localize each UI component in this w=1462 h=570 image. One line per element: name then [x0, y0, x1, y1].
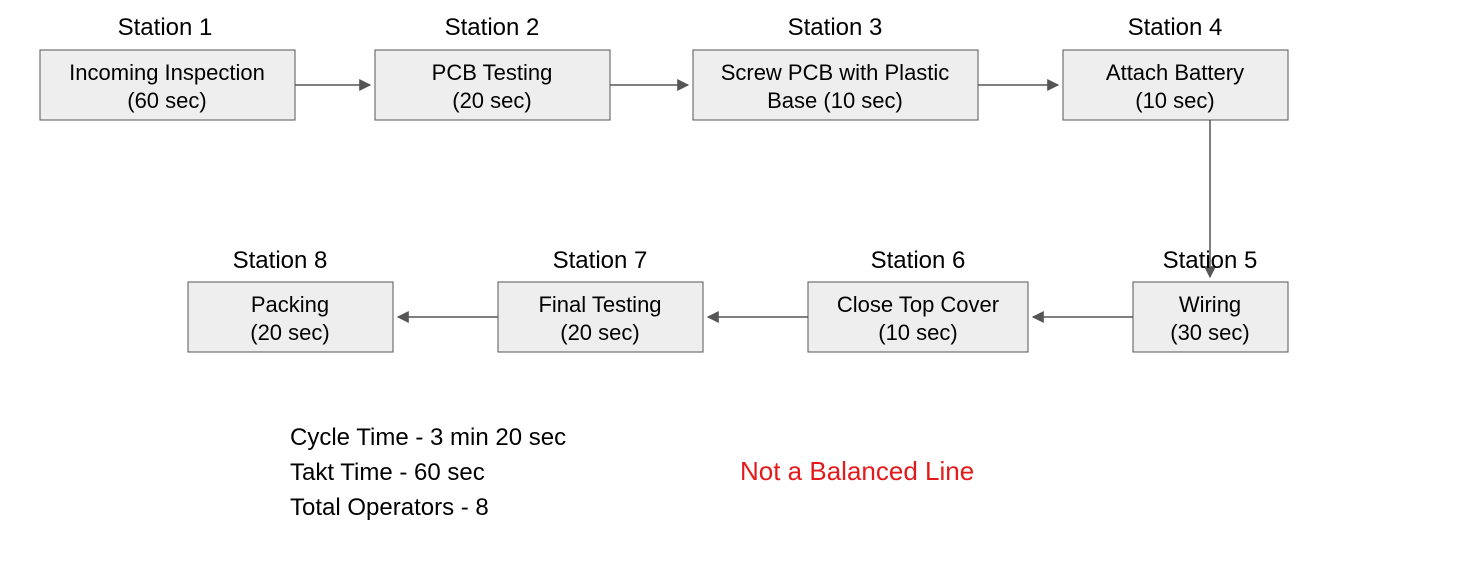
- station-7-name: Final Testing: [538, 292, 661, 317]
- station-8-time: (20 sec): [250, 320, 329, 345]
- station-6-name: Close Top Cover: [837, 292, 999, 317]
- station-3-name: Screw PCB with Plastic: [721, 60, 950, 85]
- cycle-time-text: Cycle Time - 3 min 20 sec: [290, 424, 566, 451]
- station-2-name: PCB Testing: [432, 60, 553, 85]
- station-8-label: Station 8: [233, 247, 328, 274]
- station-5-name: Wiring: [1179, 292, 1241, 317]
- station-6-label: Station 6: [871, 247, 966, 274]
- station-3-time: Base (10 sec): [767, 88, 903, 113]
- station-4-time: (10 sec): [1135, 88, 1214, 113]
- station-1-time: (60 sec): [127, 88, 206, 113]
- station-1-name: Incoming Inspection: [69, 60, 265, 85]
- station-5-label: Station 5: [1163, 247, 1258, 274]
- station-2-time: (20 sec): [452, 88, 531, 113]
- station-4-name: Attach Battery: [1106, 60, 1244, 85]
- station-4-label: Station 4: [1128, 14, 1223, 41]
- balance-warning: Not a Balanced Line: [740, 456, 974, 486]
- station-7-label: Station 7: [553, 247, 648, 274]
- station-8-name: Packing: [251, 292, 329, 317]
- station-6-time: (10 sec): [878, 320, 957, 345]
- station-3-label: Station 3: [788, 14, 883, 41]
- station-5-time: (30 sec): [1170, 320, 1249, 345]
- takt-time-text: Takt Time - 60 sec: [290, 459, 485, 486]
- operators-text: Total Operators - 8: [290, 494, 489, 521]
- station-7-time: (20 sec): [560, 320, 639, 345]
- process-flow-diagram: Station 1 Incoming Inspection (60 sec) S…: [0, 0, 1462, 570]
- station-2-label: Station 2: [445, 14, 540, 41]
- station-1-label: Station 1: [118, 14, 213, 41]
